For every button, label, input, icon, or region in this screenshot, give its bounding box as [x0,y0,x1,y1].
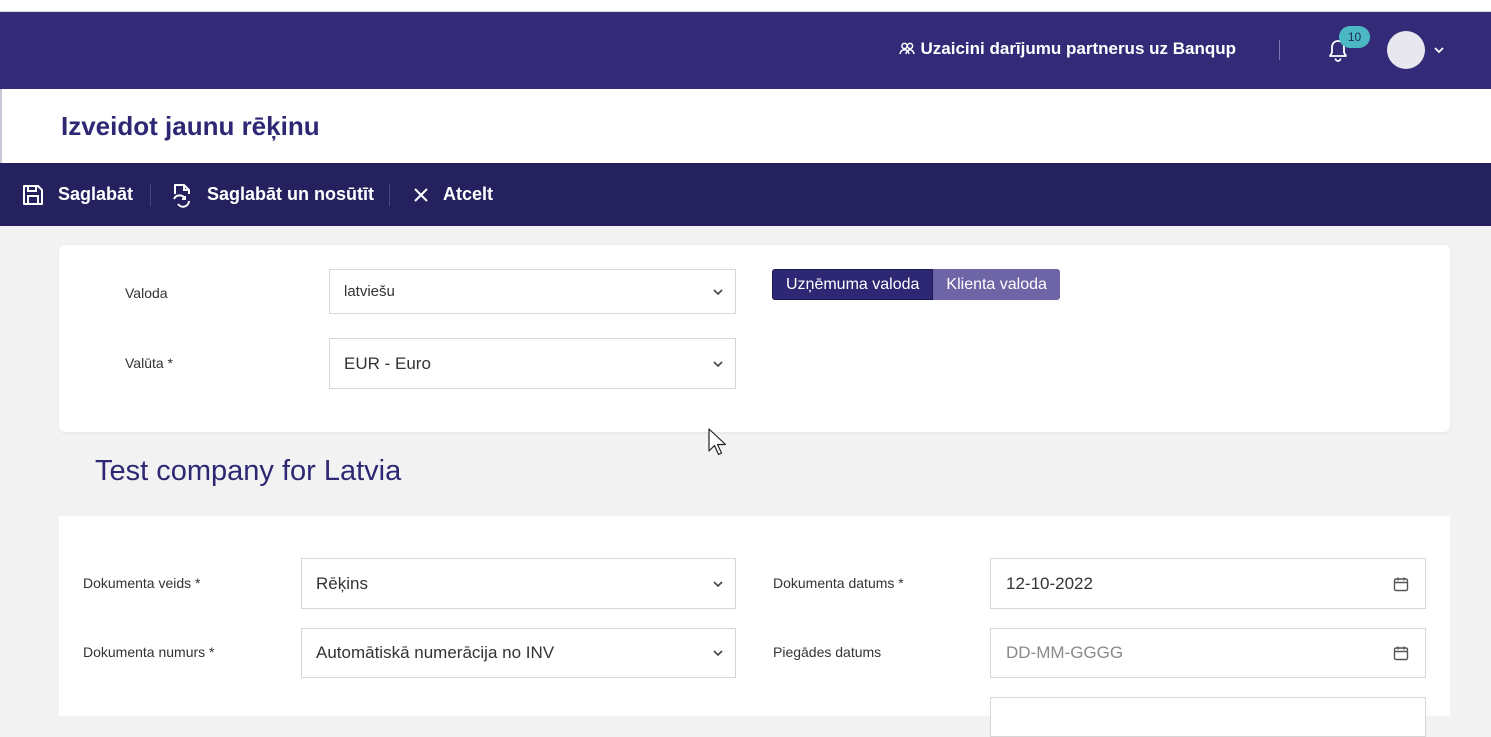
save-button[interactable]: Saglabāt [22,163,133,226]
delivery-date-placeholder: DD-MM-GGGG [1006,643,1124,662]
document-type-select[interactable]: Rēķins [301,558,736,609]
app-header: Uzaicini darījumu partnerus uz Banqup 10 [0,12,1491,89]
avatar[interactable] [1387,31,1425,69]
settings-card: Valoda latviešu Uzņēmuma valoda Klienta … [59,245,1450,432]
document-date-value: 12-10-2022 [1006,573,1093,593]
delivery-date-input[interactable]: DD-MM-GGGG [990,628,1426,678]
document-number-label: Dokumenta numurs * [83,644,215,660]
save-icon [23,184,43,205]
toolbar-divider [389,184,390,206]
title-bar: Izveidot jaunu rēķinu [0,89,1491,163]
company-name: Test company for Latvia [95,455,402,487]
invite-label: Uzaicini darījumu partnerus uz Banqup [920,39,1236,58]
calendar-icon[interactable] [1393,645,1409,661]
cancel-label: Atcelt [443,184,494,204]
close-icon [414,187,428,202]
client-language-button[interactable]: Klienta valoda [933,269,1060,300]
document-number-select[interactable]: Automātiskā numerācija no INV [301,628,736,678]
invite-partners-link[interactable]: Uzaicini darījumu partnerus uz Banqup [898,38,1236,60]
document-date-label: Dokumenta datums * [773,575,904,591]
delivery-date-label: Piegādes datums [773,644,882,660]
currency-label: Valūta * [125,355,173,371]
company-language-button[interactable]: Uzņēmuma valoda [772,269,934,300]
currency-value: EUR - Euro [344,353,431,373]
top-strip [0,0,1491,12]
language-toggle: Uzņēmuma valoda Klienta valoda [772,269,1060,300]
currency-select[interactable]: EUR - Euro [329,338,736,389]
document-type-value: Rēķins [316,573,368,593]
language-select[interactable]: latviešu [329,269,736,314]
document-type-label: Dokumenta veids * [83,575,201,591]
page-title: Izveidot jaunu rēķinu [61,111,320,141]
header-divider [1279,40,1280,60]
mouse-cursor-icon [708,428,727,456]
language-value: latviešu [344,283,395,300]
chevron-down-icon [713,288,723,295]
save-label: Saglabāt [58,184,134,204]
chevron-down-icon [713,650,723,657]
people-icon [898,42,915,55]
next-field-input[interactable] [990,697,1426,737]
notification-badge: 10 [1339,26,1370,48]
calendar-icon[interactable] [1393,576,1409,592]
action-toolbar: Saglabāt Saglabāt un nosūtīt Atcelt [0,163,1491,226]
chevron-down-icon[interactable] [1433,45,1445,55]
save-send-button[interactable]: Saglabāt un nosūtīt [171,163,374,226]
document-date-input[interactable]: 12-10-2022 [990,558,1426,609]
save-send-label: Saglabāt un nosūtīt [207,184,375,204]
document-number-value: Automātiskā numerācija no INV [316,643,555,662]
chevron-down-icon [713,580,723,587]
document-card: Dokumenta veids * Rēķins Dokumenta numur… [59,516,1450,737]
toolbar-divider [150,184,151,206]
chevron-down-icon [713,360,723,367]
document-send-icon [173,183,190,208]
cancel-button[interactable]: Atcelt [413,163,493,226]
language-label: Valoda [125,285,168,301]
